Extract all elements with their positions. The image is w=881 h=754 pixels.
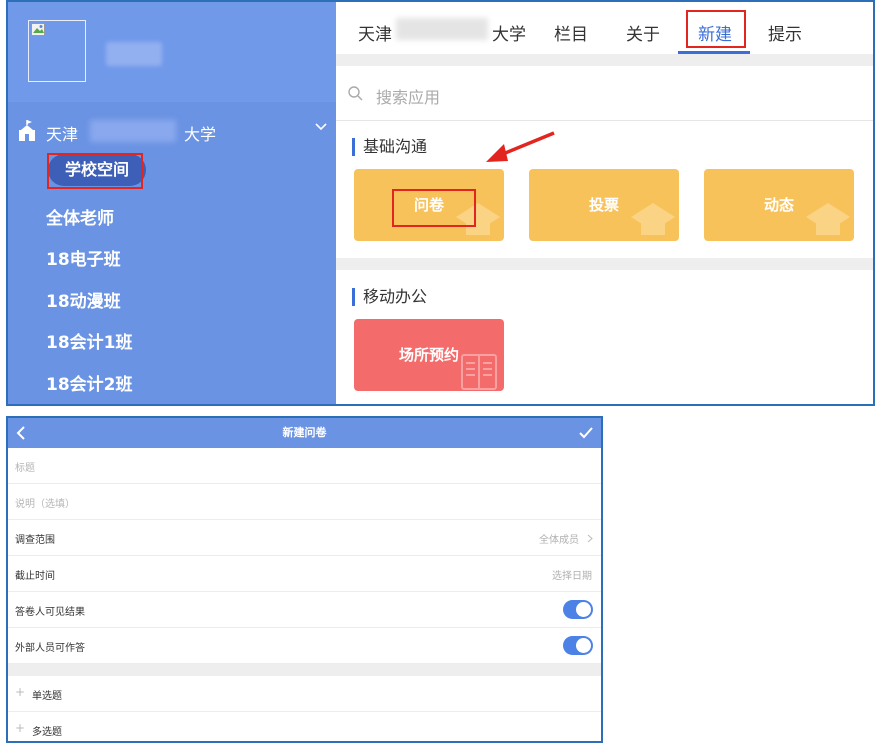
divider: [336, 54, 873, 66]
sidebar-item-class-electronics[interactable]: 18电子班: [46, 245, 121, 270]
sidebar-item-label: 18动漫班: [46, 292, 121, 312]
sidebar-item-class-accounting-1[interactable]: 18会计1班: [46, 328, 133, 353]
red-arrow-annotation: [486, 131, 555, 162]
highlight-box-new: [686, 10, 746, 48]
search-icon: [348, 86, 363, 101]
tab-about[interactable]: 关于: [626, 20, 660, 45]
divider: [8, 664, 601, 676]
sidebar-header: [8, 2, 336, 102]
search-bar[interactable]: 搜索应用: [336, 66, 873, 121]
questionnaire-form-window: 新建问卷 标题 说明（选填） 调查范围 全体成员 截止时间 选择日期 答卷人可见…: [6, 416, 603, 743]
divider: [336, 258, 873, 270]
toggle-knob: [576, 638, 591, 653]
survey-scope-row[interactable]: 调查范围 全体成员: [8, 520, 601, 556]
app-window: 天津 大学 学校空间 全体老师 18电子班 18动漫班 18会计1班 18会计2…: [6, 0, 875, 406]
search-input[interactable]: 搜索应用: [376, 84, 440, 108]
blurred-school-name: [90, 120, 176, 142]
tab-school-suffix[interactable]: 大学: [492, 20, 526, 45]
section-title-basic: 基础沟通: [352, 138, 427, 156]
section-title-mobile: 移动办公: [352, 288, 427, 306]
highlight-box-campus: [47, 153, 143, 189]
toggle-knob: [576, 602, 591, 617]
app-activity[interactable]: 动态: [704, 169, 854, 241]
tab-school-prefix[interactable]: 天津: [358, 20, 392, 45]
highlight-box-questionnaire: [392, 189, 476, 227]
add-single-choice-button[interactable]: + 单选题: [8, 676, 601, 712]
chevron-down-icon: [315, 123, 327, 131]
sidebar-item-class-animation[interactable]: 18动漫班: [46, 287, 121, 312]
plus-icon: +: [15, 721, 26, 735]
deadline-row[interactable]: 截止时间 选择日期: [8, 556, 601, 592]
logo: [28, 20, 86, 82]
blurred-username: [106, 42, 162, 66]
title-input[interactable]: 标题: [15, 459, 35, 474]
blurred-school-name: [396, 18, 488, 40]
row-label: 答卷人可见结果: [15, 607, 85, 618]
school-selector[interactable]: 天津 大学: [14, 118, 332, 146]
sidebar-item-label: 18电子班: [46, 250, 121, 270]
school-name-prefix: 天津: [46, 125, 79, 144]
row-label: 调查范围: [15, 535, 55, 546]
form-title: 新建问卷: [282, 426, 327, 439]
external-answer-toggle[interactable]: [563, 636, 593, 655]
row-label: 截止时间: [15, 571, 55, 582]
add-multi-choice-button[interactable]: + 多选题: [8, 712, 601, 741]
main-content: 天津 大学 栏目 关于 新建 提示 搜索应用 基础沟通 问卷 投票 动态 移动办…: [336, 2, 873, 404]
title-field[interactable]: 标题: [8, 448, 601, 484]
scope-value: 全体成员: [539, 535, 579, 546]
graduation-cap-icon: [631, 203, 675, 235]
app-venue-booking[interactable]: 场所预约: [354, 319, 504, 391]
sidebar-item-label: 全体老师: [46, 209, 114, 229]
form-header: 新建问卷: [8, 418, 601, 448]
result-visible-row: 答卷人可见结果: [8, 592, 601, 628]
tab-bar: 天津 大学 栏目 关于 新建 提示: [336, 2, 873, 54]
external-answer-row: 外部人员可作答: [8, 628, 601, 664]
chevron-right-icon: [587, 534, 593, 543]
broken-image-icon: [31, 23, 45, 36]
button-label: 单选题: [32, 691, 62, 702]
app-vote[interactable]: 投票: [529, 169, 679, 241]
sidebar-item-label: 18会计2班: [46, 375, 133, 395]
plus-icon: +: [15, 685, 26, 699]
sidebar: 天津 大学 学校空间 全体老师 18电子班 18动漫班 18会计1班 18会计2…: [8, 2, 336, 404]
tab-tips[interactable]: 提示: [768, 20, 802, 45]
button-label: 多选题: [32, 727, 62, 738]
sidebar-item-label: 18会计1班: [46, 333, 133, 353]
book-icon: [461, 354, 497, 390]
row-label: 外部人员可作答: [15, 643, 85, 654]
deadline-value: 选择日期: [552, 571, 592, 582]
graduation-cap-icon: [806, 203, 850, 235]
description-input[interactable]: 说明（选填）: [15, 495, 75, 510]
tab-column[interactable]: 栏目: [554, 20, 588, 45]
check-icon[interactable]: [579, 426, 593, 440]
school-name-suffix: 大学: [184, 125, 217, 144]
sidebar-item-all-teachers[interactable]: 全体老师: [46, 204, 114, 229]
result-visible-toggle[interactable]: [563, 600, 593, 619]
sidebar-item-class-accounting-2[interactable]: 18会计2班: [46, 370, 133, 395]
school-icon: [19, 120, 35, 141]
description-field[interactable]: 说明（选填）: [8, 484, 601, 520]
